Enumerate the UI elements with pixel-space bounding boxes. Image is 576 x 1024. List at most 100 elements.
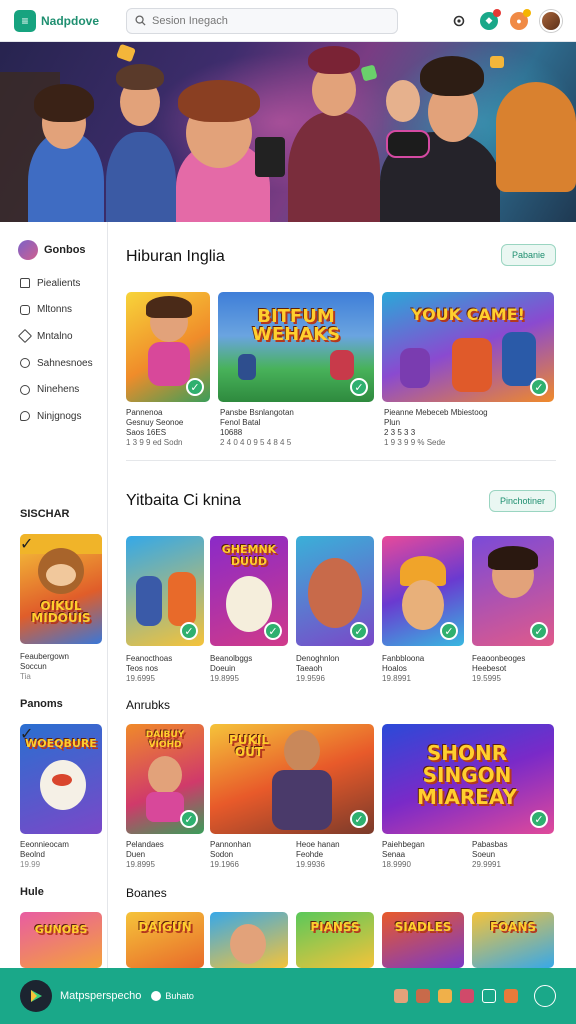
card-title: Feaubergown xyxy=(20,652,69,661)
card-art-title: PUKIL OUT xyxy=(229,733,269,759)
app-logo[interactable]: ≡ Nadpdove xyxy=(14,9,126,32)
game-card[interactable] xyxy=(210,912,288,968)
gift-icon[interactable]: ● xyxy=(510,8,531,30)
game-card[interactable]: DAIBUY VIOHD ✓ xyxy=(126,724,204,834)
search-placeholder: Sesion Inegach xyxy=(152,14,228,27)
game-card[interactable]: BITFUM WEHAKS ✓ xyxy=(218,292,374,402)
game-card[interactable]: ✓ xyxy=(126,536,204,646)
card-caption: Pieanne Mebeceb Mbiestoog Plun 2 3 5 3 3… xyxy=(384,408,554,448)
card-title: Eeonnieocam xyxy=(20,840,69,849)
card-info: 10688 xyxy=(220,428,243,437)
check-icon: ✓ xyxy=(350,378,368,396)
game-card[interactable]: ✓ xyxy=(472,536,554,646)
check-icon: ✓ xyxy=(530,622,548,640)
game-card[interactable]: SIADLES xyxy=(382,912,464,968)
sidebar-item-ninjgnogs[interactable]: Ninjgnogs xyxy=(0,403,107,430)
card-meta: 19.8995 xyxy=(210,674,239,683)
card-meta: 19.8991 xyxy=(382,674,411,683)
trophy-icon[interactable] xyxy=(482,989,496,1003)
check-icon: ✓ xyxy=(530,810,548,828)
game-card[interactable]: FOANS xyxy=(472,912,554,968)
sidebar-item-ninehens[interactable]: Ninehens xyxy=(0,376,107,403)
card-caption: Pabasbas Soeun 29.9991 xyxy=(472,840,556,870)
bottom-bar: Matpsperspecho Buhato xyxy=(0,968,576,1024)
play-icon[interactable] xyxy=(20,980,52,1012)
check-icon: ✓ xyxy=(440,622,458,640)
game-card[interactable]: GHEMNK DUUD ✓ xyxy=(210,536,288,646)
card-caption: Eeonnieocam Beolnd 19.99 xyxy=(20,840,69,870)
card-art-title: GHEMNK DUUD xyxy=(221,543,277,568)
card-art-title: SHONR SINGON MIAREAY xyxy=(417,741,517,809)
card-caption: Feaubergown Soccun Tia xyxy=(20,652,69,682)
card-meta: 19.6995 xyxy=(126,674,155,683)
game-card-sischar[interactable]: OIKUL MIDOUIS ✓ xyxy=(20,534,102,644)
card-caption: Feaoonbeoges Heebesot 19.5995 xyxy=(472,654,556,684)
card-art-title: PIANSS xyxy=(310,920,360,934)
game-card[interactable]: SHONR SINGON MIAREAY ✓ xyxy=(382,724,554,834)
sidebar-section-title: Panoms xyxy=(20,698,63,710)
card-meta: 19.5995 xyxy=(472,674,501,683)
card-subtitle: Soccun xyxy=(20,662,47,671)
card-subtitle: Senaa xyxy=(382,850,406,859)
gear-icon[interactable] xyxy=(450,12,468,30)
sidebar-item-piealients[interactable]: Piealients xyxy=(0,270,107,297)
card-caption: Paiehbegan Senaa 18.9990 xyxy=(382,840,466,870)
thumbnail-icon[interactable] xyxy=(416,989,430,1003)
square-icon xyxy=(20,304,30,315)
card-subtitle: Teos nos xyxy=(126,664,159,673)
section-action-button[interactable]: Pinchotiner xyxy=(488,490,556,512)
card-meta: 19.9936 xyxy=(296,860,325,869)
card-meta: 19.9596 xyxy=(296,674,325,683)
game-card-hule[interactable]: GUNOBS xyxy=(20,912,102,968)
sidebar-item-sahnesnoes[interactable]: Sahnesnoes xyxy=(0,350,107,377)
card-meta: 19.8995 xyxy=(126,860,155,869)
hero-banner xyxy=(0,42,576,222)
card-subtitle: Taeaoh xyxy=(296,664,323,673)
sidebar-section-title: Hule xyxy=(20,886,44,898)
notification-icon[interactable]: ◆ xyxy=(480,8,501,30)
game-card[interactable]: ✓ xyxy=(382,536,464,646)
sidebar-item-label: Mltonns xyxy=(37,304,73,316)
card-art-title: SIADLES xyxy=(394,920,452,934)
card-caption: Pansbe Bsnlangotan Fenol Batal 10688 2 4… xyxy=(220,408,370,448)
card-subtitle: Gesnuy Seonoe xyxy=(126,418,184,427)
card-subtitle: Heebesot xyxy=(472,664,507,673)
game-card[interactable]: PUKIL OUT ✓ xyxy=(210,724,374,834)
card-info: Saos 16ES xyxy=(126,428,167,437)
card-subtitle: Fenol Batal xyxy=(220,418,261,427)
game-card[interactable]: ✓ xyxy=(296,536,374,646)
sidebar-item-mntalno[interactable]: Mntalno xyxy=(0,323,107,350)
game-card[interactable]: ✓ xyxy=(126,292,210,402)
card-title: Paiehbegan xyxy=(382,840,425,849)
hero-character xyxy=(106,132,176,222)
card-subtitle: Plun xyxy=(384,418,401,427)
card-title: Denoghnlon xyxy=(296,654,340,663)
check-icon: ✓ xyxy=(180,622,198,640)
thumbnail-icon[interactable] xyxy=(504,989,518,1003)
sidebar-header[interactable]: Gonbos xyxy=(0,222,107,260)
game-card[interactable]: DAIGUN xyxy=(126,912,204,968)
card-subtitle: Duen xyxy=(126,850,146,859)
thumbnail-icon[interactable] xyxy=(394,989,408,1003)
profile-icon[interactable] xyxy=(534,985,556,1007)
search-input[interactable]: Sesion Inegach xyxy=(126,7,398,34)
game-card[interactable]: PIANSS xyxy=(296,912,374,968)
sidebar-item-label: Piealients xyxy=(37,277,81,289)
check-icon: ✓ xyxy=(186,378,204,396)
sidebar-item-mltonns[interactable]: Mltonns xyxy=(0,297,107,324)
sidebar-item-label: Sahnesnoes xyxy=(37,357,93,369)
section-action-button[interactable]: Pabanie xyxy=(500,244,556,266)
game-card-panoms[interactable]: WOEQBURE ✓ xyxy=(20,724,102,834)
bottom-bar-title: Matpsperspecho xyxy=(60,990,142,1002)
card-subtitle: Beolnd xyxy=(20,850,45,859)
thumbnail-icon[interactable] xyxy=(460,989,474,1003)
app-name: Nadpdove xyxy=(41,13,100,28)
check-icon: ✓ xyxy=(530,378,548,396)
thumbnail-icon[interactable] xyxy=(438,989,452,1003)
smile-icon xyxy=(20,358,30,369)
game-card[interactable]: YOUK CAME! ✓ xyxy=(382,292,554,402)
avatar[interactable] xyxy=(540,9,562,32)
card-title: Pelandaes xyxy=(126,840,164,849)
card-subtitle: Hoalos xyxy=(382,664,407,673)
card-subtitle: Sodon xyxy=(210,850,234,859)
